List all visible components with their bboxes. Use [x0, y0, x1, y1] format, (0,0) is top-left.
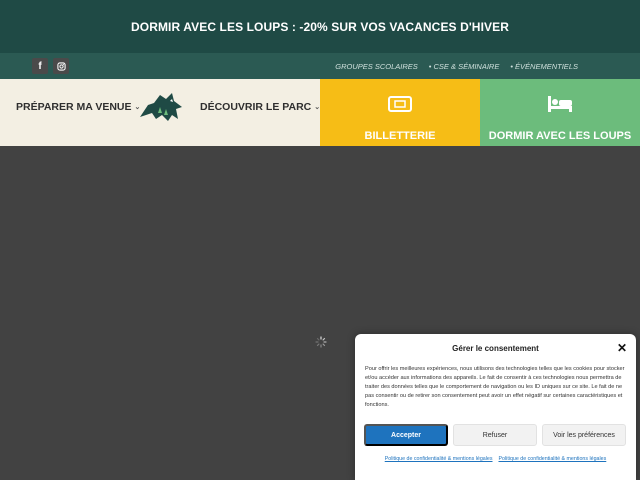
consent-title: Gérer le consentement — [452, 344, 539, 353]
instagram-icon[interactable] — [53, 58, 69, 74]
ticket-icon — [388, 96, 412, 112]
close-icon[interactable]: ✕ — [617, 341, 627, 355]
sleep-with-wolves-tile[interactable]: DORMIR AVEC LES LOUPS — [480, 79, 640, 146]
promo-banner[interactable]: DORMIR AVEC LES LOUPS : -20% SUR VOS VAC… — [0, 0, 640, 53]
privacy-policy-link[interactable]: Politique de confidentialité & mentions … — [385, 456, 493, 462]
main-nav: PRÉPARER MA VENUE ⌄ DÉCOUVRIR LE PARC ⌄ … — [0, 79, 640, 146]
social-links: f — [32, 58, 69, 74]
nav-discover-park[interactable]: DÉCOUVRIR LE PARC ⌄ — [200, 101, 320, 113]
privacy-policy-link-2[interactable]: Politique de confidentialité & mentions … — [499, 456, 607, 462]
refuse-button[interactable]: Refuser — [453, 424, 537, 446]
sleep-label: DORMIR AVEC LES LOUPS — [488, 130, 632, 142]
accept-button[interactable]: Accepter — [364, 424, 448, 446]
consent-links: Politique de confidentialité & mentions … — [355, 456, 636, 462]
consent-buttons: Accepter Refuser Voir les préférences — [364, 424, 626, 446]
preferences-button[interactable]: Voir les préférences — [542, 424, 626, 446]
secondary-links: GROUPES SCOLAIRES • CSE & SÉMINAIRE • ÉV… — [335, 62, 578, 71]
consent-dialog: Gérer le consentement ✕ Pour offrir les … — [355, 334, 636, 480]
link-events[interactable]: • ÉVÉNEMENTIELS — [510, 62, 578, 71]
secondary-bar: f GROUPES SCOLAIRES • CSE & SÉMINAIRE • … — [0, 53, 640, 79]
promo-text[interactable]: DORMIR AVEC LES LOUPS : -20% SUR VOS VAC… — [131, 20, 509, 34]
link-school-groups[interactable]: GROUPES SCOLAIRES — [335, 62, 418, 71]
facebook-icon[interactable]: f — [32, 58, 48, 74]
nav-prepare-label: PRÉPARER MA VENUE — [16, 101, 132, 113]
nav-prepare-visit[interactable]: PRÉPARER MA VENUE ⌄ — [16, 101, 140, 113]
link-cse-seminar[interactable]: • CSE & SÉMINAIRE — [429, 62, 500, 71]
ticketing-tile[interactable]: BILLETTERIE — [320, 79, 480, 146]
instagram-glyph — [56, 61, 66, 71]
nav-discover-label: DÉCOUVRIR LE PARC — [200, 101, 312, 113]
wolf-logo[interactable] — [138, 87, 186, 127]
bed-icon — [548, 96, 572, 112]
loading-spinner-icon — [315, 336, 327, 348]
ticketing-label: BILLETTERIE — [364, 130, 436, 142]
consent-body: Pour offrir les meilleures expériences, … — [365, 366, 625, 408]
